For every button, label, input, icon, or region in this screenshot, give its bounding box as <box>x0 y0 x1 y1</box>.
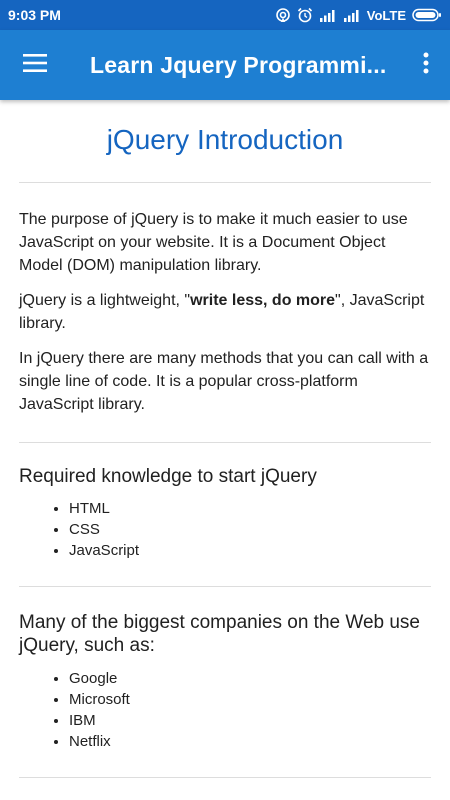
signal-icon <box>319 8 337 22</box>
bullet-list: HTML CSS JavaScript <box>19 498 431 561</box>
section-heading: Many of the biggest companies on the Web… <box>19 612 421 656</box>
app-title: Learn Jquery Programmi... <box>90 51 387 78</box>
status-time: 9:03 PM <box>8 7 61 23</box>
overflow-menu-button[interactable] <box>402 30 450 100</box>
divider <box>19 777 431 778</box>
list-item: JavaScript <box>69 540 431 561</box>
list-item: CSS <box>69 519 431 540</box>
list-item: Google <box>69 668 431 689</box>
network-type-label: VoLTE <box>366 7 406 23</box>
list-item: IBM <box>69 710 431 731</box>
article-title: jQuery Introduction <box>106 124 344 155</box>
hamburger-menu-icon <box>23 53 47 78</box>
intro-paragraph: jQuery is a lightweight, "write less, do… <box>19 292 425 332</box>
battery-icon <box>412 8 442 22</box>
status-bar: 9:03 PM VoLTE <box>0 0 450 30</box>
bullet-list: Google Microsoft IBM Netflix <box>19 668 431 752</box>
app-bar: Learn Jquery Programmi... <box>0 30 450 100</box>
alarm-icon <box>297 7 313 23</box>
list-item: Netflix <box>69 731 431 752</box>
list-item: HTML <box>69 498 431 519</box>
divider <box>19 182 431 183</box>
status-icons: VoLTE <box>275 7 442 23</box>
intro-paragraph: In jQuery there are many methods that yo… <box>19 350 429 413</box>
list-item: Microsoft <box>69 689 431 710</box>
menu-button[interactable] <box>0 30 70 100</box>
article-content[interactable]: jQuery Introduction The purpose of jQuer… <box>0 100 450 800</box>
hotspot-icon <box>275 7 291 23</box>
divider <box>19 442 431 443</box>
more-vert-icon <box>423 52 429 79</box>
signal-icon <box>343 8 361 22</box>
section-heading: Required knowledge to start jQuery <box>19 466 317 487</box>
divider <box>19 586 431 587</box>
intro-paragraph: The purpose of jQuery is to make it much… <box>19 211 408 274</box>
slogan-bold: write less, do more <box>190 292 336 309</box>
